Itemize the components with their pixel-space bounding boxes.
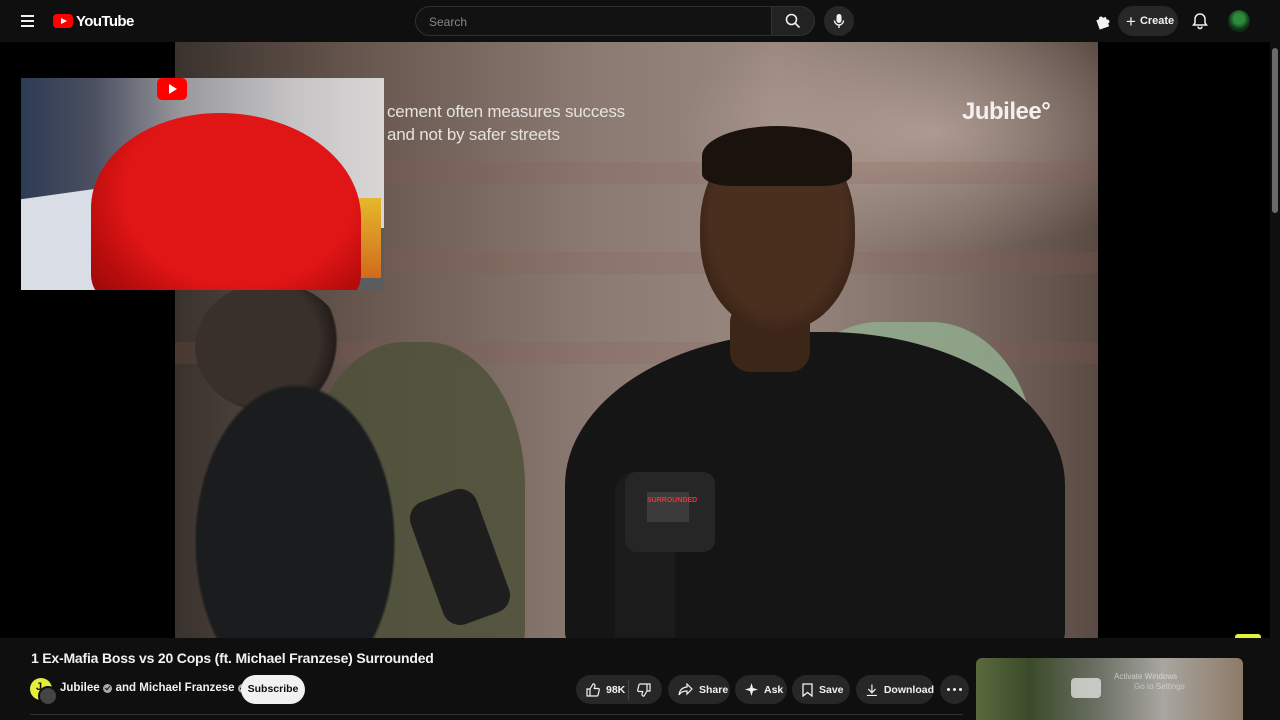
sparkle-icon xyxy=(745,683,758,696)
youtube-play-icon xyxy=(53,14,73,28)
account-avatar[interactable] xyxy=(1228,10,1250,32)
like-button[interactable]: 98K xyxy=(576,675,628,704)
mic-flag: SURROUNDED xyxy=(647,492,697,522)
more-actions-button[interactable] xyxy=(940,675,969,704)
download-label: Download xyxy=(883,683,934,696)
caption-line: cement often measures success xyxy=(387,102,625,121)
caption-line: and not by safer streets xyxy=(387,125,560,144)
dot xyxy=(947,688,950,691)
search-box xyxy=(415,6,772,36)
search-input[interactable] xyxy=(427,14,761,30)
save-button[interactable]: Save xyxy=(792,675,850,704)
watermark-text: Jubilee xyxy=(962,98,1042,125)
share-icon xyxy=(678,682,693,695)
channel-joiner: and xyxy=(115,682,137,694)
bell-icon xyxy=(1192,13,1208,30)
scrollbar-thumb[interactable] xyxy=(1272,48,1278,213)
thumbs-down-icon xyxy=(637,683,651,697)
share-button[interactable]: Share xyxy=(668,675,730,704)
overlay-text: Go to Settings xyxy=(1134,682,1185,691)
page-scrollbar[interactable] xyxy=(1270,42,1280,720)
youtube-icon xyxy=(157,78,187,100)
guest-hair xyxy=(702,126,852,186)
collaborator-avatar[interactable] xyxy=(38,686,58,706)
divider xyxy=(30,714,963,715)
like-count: 98K xyxy=(606,683,626,696)
share-label: Share xyxy=(699,683,729,696)
subscribe-button[interactable]: Subscribe xyxy=(241,675,305,704)
voice-search-button[interactable] xyxy=(824,6,854,36)
foreground-person xyxy=(175,302,475,638)
menu-button[interactable] xyxy=(16,10,40,32)
hamburger-line xyxy=(21,15,34,17)
search-icon xyxy=(785,13,801,29)
video-caption: cement often measures success and not by… xyxy=(387,100,625,146)
video-title: 1 Ex-Mafia Boss vs 20 Cops (ft. Michael … xyxy=(31,650,434,666)
like-dislike-group: 98K xyxy=(576,675,662,704)
ask-label: Ask xyxy=(764,683,784,696)
puzzle-icon xyxy=(1096,16,1110,30)
recommended-video-thumbnail[interactable]: Activate Windows Go to Settings xyxy=(976,658,1243,720)
channel-watermark: Jubilee° xyxy=(962,98,1051,125)
download-button[interactable]: Download xyxy=(856,675,934,704)
youtube-logo[interactable]: YouTube xyxy=(53,12,134,30)
top-bar: YouTube + Create xyxy=(0,0,1280,42)
hamburger-line xyxy=(21,20,34,22)
overlay-text: Activate Windows xyxy=(1114,672,1178,681)
bookmark-icon xyxy=(802,682,813,697)
collaborator-name[interactable]: Michael Franzese xyxy=(139,682,234,694)
verified-icon xyxy=(102,683,112,693)
search-button[interactable] xyxy=(772,6,815,36)
dot xyxy=(953,688,956,691)
channel-name[interactable]: Jubilee xyxy=(60,682,100,694)
save-label: Save xyxy=(819,683,844,696)
channel-branding-badge[interactable]: J' xyxy=(1235,634,1261,638)
create-label: Create xyxy=(1139,15,1175,27)
create-button[interactable]: + Create xyxy=(1118,6,1178,36)
notifications-button[interactable] xyxy=(1190,11,1210,31)
plus-icon: + xyxy=(1126,11,1136,31)
thumbnail-overlay xyxy=(1071,678,1101,698)
logo-text: YouTube xyxy=(76,12,134,30)
ask-button[interactable]: Ask xyxy=(735,675,787,704)
extension-button[interactable] xyxy=(1093,11,1113,31)
video-player[interactable]: SURROUNDED cement often measures success… xyxy=(0,42,1270,638)
dislike-button[interactable] xyxy=(629,675,661,704)
picture-in-picture-overlay[interactable] xyxy=(21,78,384,290)
dot xyxy=(959,688,962,691)
thumbs-up-icon xyxy=(586,682,600,697)
channel-info: Jubilee and Michael Franzese xyxy=(60,682,251,694)
microphone-icon xyxy=(833,14,845,28)
download-icon xyxy=(866,684,877,696)
hamburger-line xyxy=(21,25,34,27)
